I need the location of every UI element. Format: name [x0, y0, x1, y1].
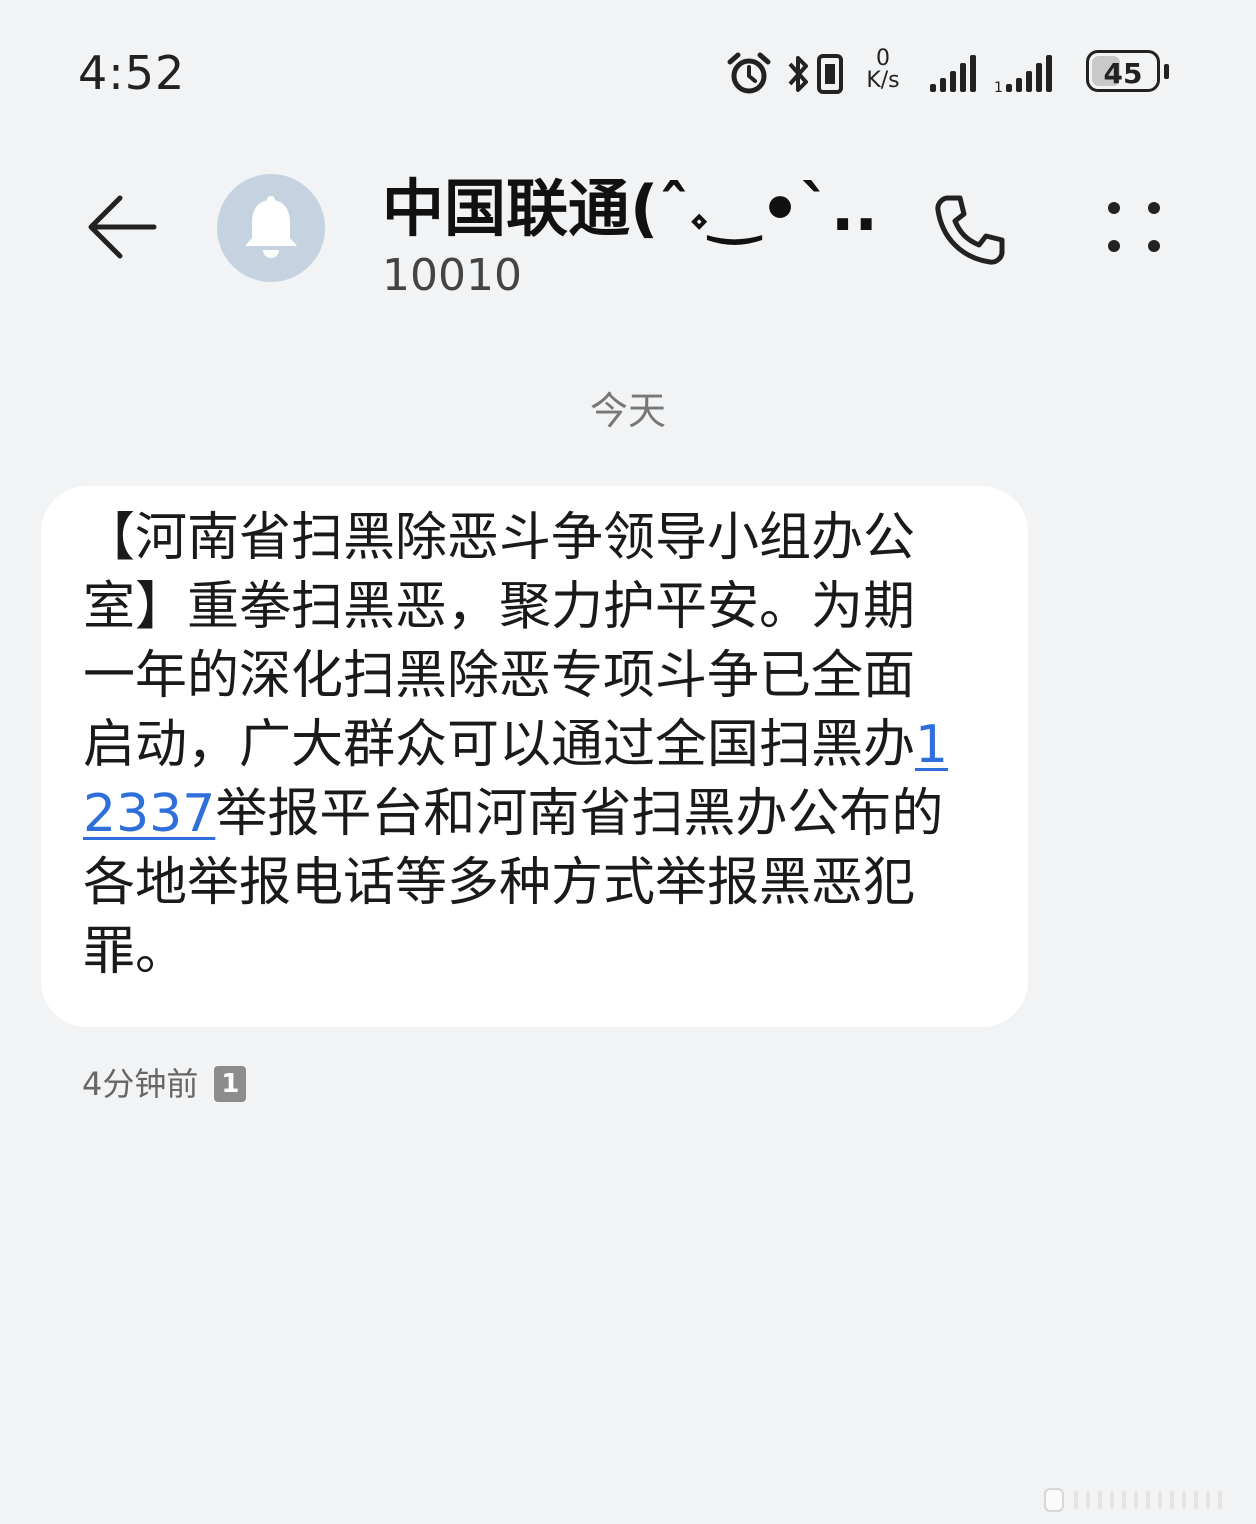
message-text: 【河南省扫黑除恶斗争领导小组办公室】重拳扫黑恶，聚力护平安。为期一年的深化扫黑除… — [83, 504, 963, 987]
back-button[interactable] — [84, 192, 160, 262]
phone-icon — [935, 195, 1005, 265]
message-meta: 4分钟前 1 — [82, 1059, 247, 1105]
vibrate-icon — [817, 54, 843, 94]
battery-tip — [1164, 64, 1169, 79]
bell-icon — [245, 196, 297, 258]
sms-conversation-screen: 4:52 0 K/s 1 45 中国联通(ˆ𝆹‿•ˋ... 10010 今天 【… — [0, 0, 1256, 1524]
sim-slot-badge: 1 — [214, 1066, 247, 1102]
network-speed-unit: K/s — [866, 68, 900, 93]
battery-icon: 45 — [1086, 50, 1160, 92]
bluetooth-icon — [788, 56, 808, 92]
message-text-before: 【河南省扫黑除恶斗争领导小组办公室】重拳扫黑恶，聚力护平安。为期一年的深化扫黑除… — [83, 508, 916, 775]
battery-level: 45 — [1103, 57, 1143, 90]
contact-name: 中国联通(ˆ𝆹‿•ˋ... — [382, 172, 882, 245]
message-bubble[interactable]: 【河南省扫黑除恶斗争领导小组办公室】重拳扫黑恶，聚力护平安。为期一年的深化扫黑除… — [41, 486, 1028, 1027]
date-divider: 今天 — [589, 389, 666, 433]
call-button[interactable] — [930, 190, 1010, 270]
more-dots-icon — [1108, 202, 1160, 252]
svg-text:1: 1 — [994, 80, 1003, 94]
back-arrow-icon — [88, 195, 157, 259]
status-time: 4:52 — [78, 46, 186, 100]
alarm-icon — [727, 52, 771, 94]
home-indicator — [1044, 1488, 1222, 1512]
signal-icon — [930, 55, 976, 92]
more-options-button[interactable] — [1100, 196, 1170, 260]
contact-avatar[interactable] — [217, 174, 325, 282]
message-time: 4分钟前 — [82, 1065, 199, 1103]
contact-number: 10010 — [382, 250, 522, 301]
network-speed: 0 K/s — [858, 48, 908, 92]
signal-hd-icon: 1 — [994, 55, 1052, 94]
network-speed-value: 0 — [876, 46, 890, 71]
